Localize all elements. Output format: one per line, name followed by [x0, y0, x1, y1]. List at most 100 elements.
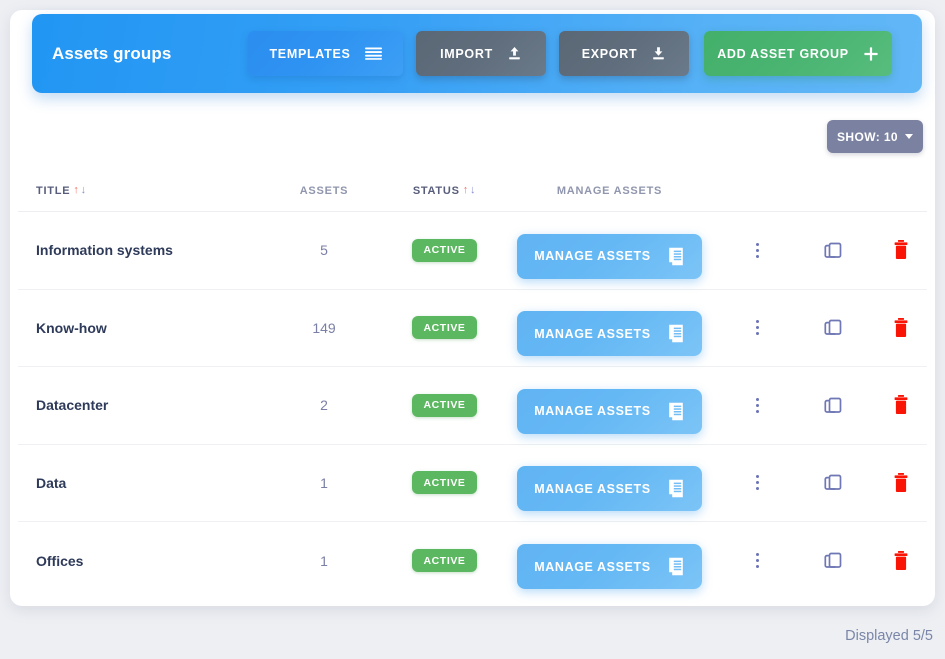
- cell-copy: [792, 548, 874, 573]
- status-badge: ACTIVE: [412, 471, 477, 495]
- status-badge: ACTIVE: [412, 549, 477, 573]
- cell-title: Datacenter: [36, 397, 109, 414]
- document-list-icon: [667, 479, 685, 498]
- document-list-icon: [667, 324, 685, 343]
- cell-manage: MANAGE ASSETS: [497, 460, 722, 512]
- status-badge: ACTIVE: [412, 393, 477, 417]
- column-header-manage-assets: MANAGE ASSETS: [497, 185, 722, 197]
- column-header-title[interactable]: TITLE ↑ ↓: [18, 185, 256, 197]
- cell-assets: 149: [312, 319, 336, 336]
- cell-title: Offices: [36, 552, 84, 569]
- trash-icon[interactable]: [889, 237, 913, 263]
- status-badge: ACTIVE: [412, 316, 477, 340]
- duplicate-icon[interactable]: [821, 238, 846, 263]
- show-count-dropdown[interactable]: SHOW: 10: [827, 120, 923, 153]
- manage-assets-button[interactable]: MANAGE ASSETS: [517, 388, 702, 434]
- duplicate-icon[interactable]: [821, 470, 846, 495]
- cell-copy: [792, 238, 874, 263]
- manage-assets-button-label: MANAGE ASSETS: [534, 404, 651, 419]
- more-vertical-icon[interactable]: [752, 471, 763, 494]
- cell-delete: [874, 237, 927, 263]
- trash-icon[interactable]: [889, 470, 913, 496]
- cell-delete: [874, 470, 927, 496]
- cell-status: ACTIVE: [392, 393, 497, 417]
- plus-icon: [863, 46, 879, 62]
- duplicate-icon[interactable]: [821, 315, 846, 340]
- templates-button-label: TEMPLATES: [269, 46, 351, 61]
- document-list-icon: [667, 557, 685, 576]
- table-row: Information systems 5 ACTIVE MANAGE ASSE…: [18, 212, 927, 290]
- cell-assets: 5: [320, 242, 328, 259]
- duplicate-icon[interactable]: [821, 548, 846, 573]
- document-list-icon: [667, 402, 685, 421]
- more-vertical-icon[interactable]: [752, 316, 763, 339]
- more-vertical-icon[interactable]: [752, 549, 763, 572]
- document-list-icon: [667, 247, 685, 266]
- templates-button[interactable]: TEMPLATES: [248, 31, 403, 76]
- cell-manage: MANAGE ASSETS: [497, 383, 722, 434]
- cell-delete: [874, 315, 927, 341]
- cell-copy: [792, 470, 874, 495]
- upload-icon: [507, 46, 522, 61]
- trash-icon[interactable]: [889, 392, 913, 418]
- cell-menu: [722, 239, 792, 262]
- page-title: Assets groups: [52, 43, 172, 63]
- table-row: Data 1 ACTIVE MANAGE ASSETS: [18, 445, 927, 522]
- table-row: Know-how 149 ACTIVE MANAGE ASSETS: [18, 290, 927, 367]
- cell-title: Data: [36, 474, 67, 491]
- cell-delete: [874, 548, 927, 574]
- table-body: Information systems 5 ACTIVE MANAGE ASSE…: [18, 212, 927, 600]
- cell-manage: MANAGE ASSETS: [497, 305, 722, 357]
- cell-menu: [722, 471, 792, 494]
- trash-icon[interactable]: [889, 315, 913, 341]
- cell-assets: 2: [320, 397, 328, 414]
- add-asset-group-button[interactable]: ADD ASSET GROUP: [704, 31, 892, 76]
- cell-menu: [722, 394, 792, 417]
- displayed-count: Displayed 5/5: [845, 628, 933, 644]
- sort-asc-icon[interactable]: ↑: [463, 185, 469, 196]
- status-badge: ACTIVE: [412, 238, 477, 262]
- cell-copy: [792, 393, 874, 418]
- manage-assets-button[interactable]: MANAGE ASSETS: [517, 544, 702, 590]
- cell-status: ACTIVE: [392, 238, 497, 262]
- manage-assets-button-label: MANAGE ASSETS: [534, 559, 651, 574]
- duplicate-icon[interactable]: [821, 393, 846, 418]
- manage-assets-button-label: MANAGE ASSETS: [534, 326, 651, 341]
- manage-assets-button-label: MANAGE ASSETS: [534, 249, 651, 264]
- manage-assets-button[interactable]: MANAGE ASSETS: [517, 311, 702, 357]
- cell-delete: [874, 392, 927, 418]
- cell-assets: 1: [320, 552, 328, 569]
- cell-title: Know-how: [36, 319, 107, 336]
- manage-assets-button-label: MANAGE ASSETS: [534, 481, 651, 496]
- export-button-label: EXPORT: [581, 46, 638, 61]
- sort-asc-icon[interactable]: ↑: [73, 185, 79, 196]
- column-header-status[interactable]: STATUS ↑ ↓: [392, 185, 497, 197]
- trash-icon[interactable]: [889, 548, 913, 574]
- show-count-label: SHOW: 10: [837, 129, 898, 144]
- cell-manage: MANAGE ASSETS: [497, 538, 722, 590]
- cell-status: ACTIVE: [392, 316, 497, 340]
- sort-desc-icon[interactable]: ↓: [470, 185, 476, 196]
- export-button[interactable]: EXPORT: [559, 31, 689, 76]
- manage-assets-button[interactable]: MANAGE ASSETS: [517, 233, 702, 279]
- cell-manage: MANAGE ASSETS: [497, 228, 722, 279]
- more-vertical-icon[interactable]: [752, 239, 763, 262]
- page-root: Assets groups TEMPLATES IMPORT EXPORT AD…: [0, 0, 945, 659]
- download-icon: [651, 46, 666, 61]
- more-vertical-icon[interactable]: [752, 394, 763, 417]
- import-button-label: IMPORT: [440, 46, 493, 61]
- cell-status: ACTIVE: [392, 471, 497, 495]
- page-header-bar: Assets groups TEMPLATES IMPORT EXPORT AD…: [32, 14, 922, 93]
- table-header-row: TITLE ↑ ↓ ASSETS STATUS ↑ ↓ MANAGE ASSET…: [18, 170, 927, 212]
- assets-groups-table: TITLE ↑ ↓ ASSETS STATUS ↑ ↓ MANAGE ASSET…: [18, 170, 927, 600]
- add-asset-group-label: ADD ASSET GROUP: [717, 46, 849, 61]
- manage-assets-button[interactable]: MANAGE ASSETS: [517, 466, 702, 512]
- list-lines-icon: [364, 47, 382, 60]
- sort-arrows-icon[interactable]: ↑ ↓: [463, 185, 477, 196]
- import-button[interactable]: IMPORT: [416, 31, 546, 76]
- table-row: Datacenter 2 ACTIVE MANAGE ASSETS: [18, 367, 927, 445]
- sort-arrows-icon[interactable]: ↑ ↓: [73, 185, 87, 196]
- cell-title: Information systems: [36, 242, 173, 259]
- column-header-status-label: STATUS: [412, 184, 460, 197]
- sort-desc-icon[interactable]: ↓: [81, 185, 87, 196]
